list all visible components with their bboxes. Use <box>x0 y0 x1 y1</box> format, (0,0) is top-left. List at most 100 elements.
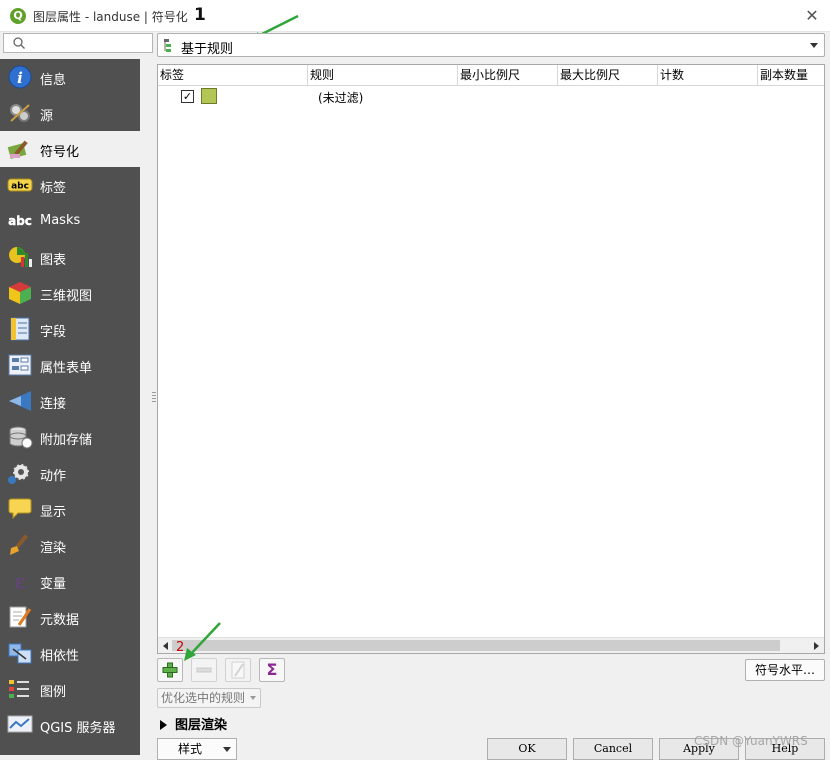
sidebar-item-label: Masks <box>40 213 81 228</box>
sidebar-item-label: 元数据 <box>40 613 80 628</box>
rule-based-icon <box>164 39 171 52</box>
column-header-max-scale[interactable]: 最大比例尺 <box>558 65 658 86</box>
sidebar-item-auxiliary-storage[interactable]: 附加存储 <box>0 419 140 455</box>
sidebar-item-label: 渲染 <box>40 541 67 556</box>
source-icon <box>10 104 30 122</box>
sidebar-item-metadata[interactable]: 元数据 <box>0 599 140 635</box>
svg-text:i: i <box>17 69 23 87</box>
joins-icon <box>9 391 31 411</box>
sidebar-item-label: 标签 <box>40 181 67 196</box>
3d-view-icon <box>9 282 31 304</box>
renderer-type-value: 基于规则 <box>181 42 234 57</box>
symbol-swatch[interactable] <box>201 88 217 104</box>
table-header: 标签 规则 最小比例尺 最大比例尺 计数 副本数量 <box>158 65 824 86</box>
symbol-levels-button[interactable]: 符号水平… <box>745 659 825 681</box>
variables-icon: ε <box>15 569 25 593</box>
edit-rule-button[interactable] <box>225 658 251 682</box>
legend-icon <box>9 680 29 698</box>
svg-text:abc: abc <box>11 182 29 192</box>
ok-button[interactable]: OK <box>487 738 567 760</box>
column-header-min-scale[interactable]: 最小比例尺 <box>458 65 558 86</box>
sidebar-item-label: 符号化 <box>40 145 80 160</box>
masks-icon: abc <box>8 214 32 228</box>
sidebar-item-rendering[interactable]: 渲染 <box>0 527 140 563</box>
attributes-form-icon <box>8 354 32 376</box>
sidebar-item-fields[interactable]: 字段 <box>0 311 140 347</box>
sidebar-item-info[interactable]: i 信息 <box>0 59 140 95</box>
splitter-handle[interactable] <box>152 392 156 404</box>
sidebar-item-masks[interactable]: abc Masks <box>0 203 140 239</box>
renderer-type-select[interactable]: 基于规则 <box>157 33 825 57</box>
sidebar-item-label: QGIS 服务器 <box>40 721 116 736</box>
sidebar-item-label: 动作 <box>40 469 67 484</box>
auxiliary-storage-icon <box>9 426 33 449</box>
sidebar-item-labels[interactable]: abc 标签 <box>0 167 140 203</box>
layer-rendering-section[interactable]: 图层渲染 <box>160 714 227 733</box>
scrollbar-thumb[interactable] <box>172 640 780 651</box>
horizontal-scrollbar[interactable] <box>158 637 824 653</box>
layer-rendering-label: 图层渲染 <box>175 718 228 733</box>
labels-icon: abc <box>7 178 33 192</box>
watermark: CSDN @YuanYWRS <box>694 734 808 748</box>
rule-enabled-checkbox[interactable]: ✓ <box>181 90 194 103</box>
sidebar-item-qgis-server[interactable]: QGIS 服务器 <box>0 707 140 743</box>
sidebar-item-label: 连接 <box>40 397 67 412</box>
sidebar-item-label: 三维视图 <box>40 289 93 304</box>
sidebar-item-symbology[interactable]: 符号化 <box>0 131 140 167</box>
annotation-arrow-2 <box>184 622 221 661</box>
sidebar-item-variables[interactable]: ε 变量 <box>0 563 140 599</box>
chevron-down-icon <box>250 696 256 700</box>
sigma-icon: Σ <box>266 660 278 679</box>
style-menu-button[interactable]: 样式 <box>157 738 237 760</box>
cancel-button[interactable]: Cancel <box>573 738 653 760</box>
svg-text:abc: abc <box>8 214 32 228</box>
sidebar-item-label: 相依性 <box>40 649 80 664</box>
diagram-icon <box>9 247 32 267</box>
chevron-down-icon <box>223 747 231 752</box>
sidebar-item-label: 变量 <box>40 577 67 592</box>
actions-icon <box>8 463 30 484</box>
sidebar-item-joins[interactable]: 连接 <box>0 383 140 419</box>
sidebar-item-attributes-form[interactable]: 属性表单 <box>0 347 140 383</box>
sidebar-item-label: 源 <box>40 109 54 124</box>
fields-icon <box>10 317 30 341</box>
column-header-rule[interactable]: 规则 <box>308 65 458 86</box>
rule-filter-cell: (未过滤) <box>318 91 364 105</box>
count-features-button[interactable]: Σ <box>259 658 285 682</box>
column-header-duplicate-count[interactable]: 副本数量 <box>758 65 824 86</box>
column-header-label[interactable]: 标签 <box>158 65 308 86</box>
edit-icon <box>231 661 245 679</box>
column-header-count[interactable]: 计数 <box>658 65 758 86</box>
sidebar-item-label: 属性表单 <box>40 361 93 376</box>
scroll-left-icon[interactable] <box>163 642 168 650</box>
close-button[interactable]: ✕ <box>802 6 822 26</box>
sidebar-item-label: 字段 <box>40 325 67 340</box>
sidebar-item-label: 附加存储 <box>40 433 93 448</box>
scroll-right-icon[interactable] <box>814 642 819 650</box>
sidebar-item-legend[interactable]: 图例 <box>0 671 140 707</box>
search-icon <box>13 37 25 49</box>
sidebar-item-3d-view[interactable]: 三维视图 <box>0 275 140 311</box>
style-button-label: 样式 <box>178 742 203 756</box>
chevron-down-icon <box>810 43 818 48</box>
expand-arrow-icon <box>160 720 167 730</box>
qgis-server-icon <box>7 715 33 733</box>
sidebar-item-display[interactable]: 显示 <box>0 491 140 527</box>
sidebar-item-label: 图表 <box>40 253 67 268</box>
sidebar-item-diagrams[interactable]: 图表 <box>0 239 140 275</box>
info-icon: i <box>8 65 32 89</box>
window-title: 图层属性 - landuse | 符号化 <box>33 10 188 24</box>
sidebar-item-label: 图例 <box>40 685 67 700</box>
sidebar-scrollbar[interactable] <box>140 59 153 755</box>
svg-text:ε: ε <box>15 569 25 593</box>
sidebar-item-dependencies[interactable]: 相依性 <box>0 635 140 671</box>
display-icon <box>8 498 32 520</box>
search-input[interactable] <box>3 33 153 53</box>
dependencies-icon <box>8 643 32 664</box>
sidebar-item-actions[interactable]: 动作 <box>0 455 140 491</box>
sidebar-item-label: 显示 <box>40 505 67 520</box>
sidebar-item-label: 信息 <box>40 73 67 88</box>
refine-selected-rules-select[interactable]: 优化选中的规则 <box>157 688 261 708</box>
sidebar-item-source[interactable]: 源 <box>0 95 140 131</box>
table-row[interactable]: ✓ (未过滤) <box>158 87 824 107</box>
